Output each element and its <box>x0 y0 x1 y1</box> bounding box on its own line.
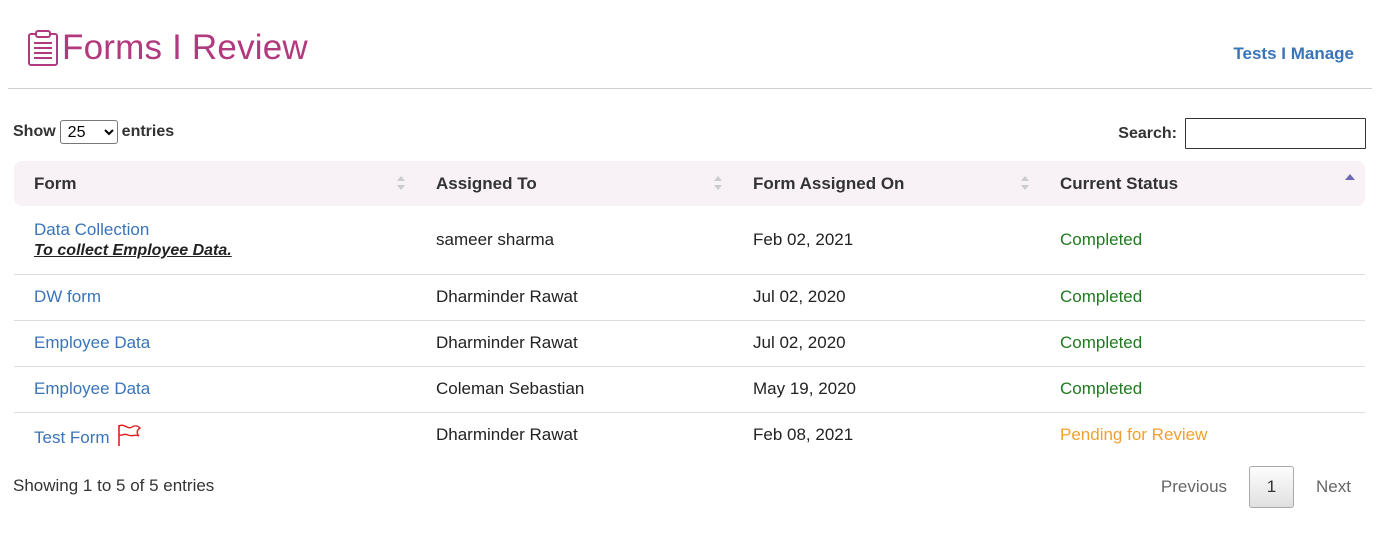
form-link[interactable]: Test Form <box>34 428 110 447</box>
assigned-on-cell: Jul 02, 2020 <box>733 274 1040 321</box>
status-cell: Completed <box>1040 206 1365 275</box>
table-header-row: Form Assigned To Form Assigned On Curren… <box>14 161 1365 206</box>
assigned-on-cell: Jul 02, 2020 <box>733 320 1040 367</box>
form-link[interactable]: Employee Data <box>34 379 150 398</box>
assigned-on-cell: Feb 08, 2021 <box>753 425 854 445</box>
status-cell: Completed <box>1040 320 1365 367</box>
form-link[interactable]: DW form <box>34 287 101 306</box>
status-cell: Completed <box>1040 366 1365 413</box>
table-row: Data Collection To collect Employee Data… <box>14 206 1365 275</box>
form-link[interactable]: Employee Data <box>34 333 150 352</box>
status-cell: Completed <box>1040 274 1365 321</box>
title-wrap: Forms I Review <box>26 28 308 68</box>
column-header-assigned-to[interactable]: Assigned To <box>416 161 733 206</box>
entries-label: entries <box>121 123 175 140</box>
table-row: Employee Data Coleman Sebastian May 19, … <box>14 366 1365 413</box>
assigned-to-cell: Dharminder Rawat <box>436 425 578 445</box>
column-header-label: Assigned To <box>436 173 537 193</box>
assigned-on-cell: May 19, 2020 <box>733 366 1040 413</box>
assigned-to-cell: sameer sharma <box>416 206 733 275</box>
entries-length-control: Show 25 entries <box>13 120 174 144</box>
column-header-label: Current Status <box>1060 173 1179 193</box>
assigned-on-cell: Feb 02, 2021 <box>733 206 1040 275</box>
search-control: Search: <box>1118 118 1366 149</box>
table-info: Showing 1 to 5 of 5 entries <box>13 476 215 495</box>
form-cell: Employee Data <box>14 320 416 367</box>
clipboard-icon <box>28 30 58 66</box>
top-links: Tests I Manage <box>1233 44 1354 64</box>
column-header-label: Form Assigned On <box>753 173 905 193</box>
assigned-to-cell: Dharminder Rawat <box>416 274 733 321</box>
sort-asc-icon <box>1345 174 1355 180</box>
show-label: Show <box>13 123 56 140</box>
column-header-form[interactable]: Form <box>14 161 416 206</box>
table-row: Test Form Dharminder Rawat Feb 08, 2021 … <box>14 412 1365 458</box>
search-label: Search: <box>1118 124 1177 142</box>
previous-button[interactable]: Previous <box>1147 477 1241 497</box>
link-separator: I <box>1276 44 1291 63</box>
page-header: Forms I Review Tests I Manage <box>8 0 1372 89</box>
search-input[interactable] <box>1185 118 1366 149</box>
table-row: Employee Data Dharminder Rawat Jul 02, 2… <box>14 320 1365 367</box>
next-button[interactable]: Next <box>1302 477 1365 497</box>
pagination: Previous 1 Next <box>1147 466 1365 508</box>
tests-link[interactable]: Tests <box>1233 44 1276 64</box>
page-title: Forms I Review <box>62 28 308 67</box>
manage-link[interactable]: Manage <box>1291 44 1354 64</box>
forms-table: Form Assigned To Form Assigned On Curren… <box>14 161 1365 458</box>
form-link[interactable]: Data Collection <box>34 220 149 239</box>
entries-select[interactable]: 25 <box>59 120 118 144</box>
flag-icon <box>118 424 142 446</box>
sort-icon <box>1021 176 1029 190</box>
form-cell: DW form <box>14 274 416 321</box>
assigned-to-cell: Coleman Sebastian <box>416 366 733 413</box>
column-header-status[interactable]: Current Status <box>1040 161 1365 206</box>
form-cell: Test Form <box>14 412 416 458</box>
page-button-current[interactable]: 1 <box>1249 466 1295 508</box>
form-cell: Data Collection To collect Employee Data… <box>14 206 416 275</box>
table-row: DW form Dharminder Rawat Jul 02, 2020 Co… <box>14 274 1365 321</box>
form-cell: Employee Data <box>14 366 416 413</box>
form-description: To collect Employee Data. <box>34 241 232 259</box>
assigned-to-cell: Dharminder Rawat <box>416 320 733 367</box>
column-header-assigned-on[interactable]: Form Assigned On <box>733 161 1040 206</box>
sort-icon <box>397 176 405 190</box>
column-header-label: Form <box>34 173 77 193</box>
sort-icon <box>714 176 722 190</box>
status-cell: Pending for Review <box>1060 425 1208 445</box>
